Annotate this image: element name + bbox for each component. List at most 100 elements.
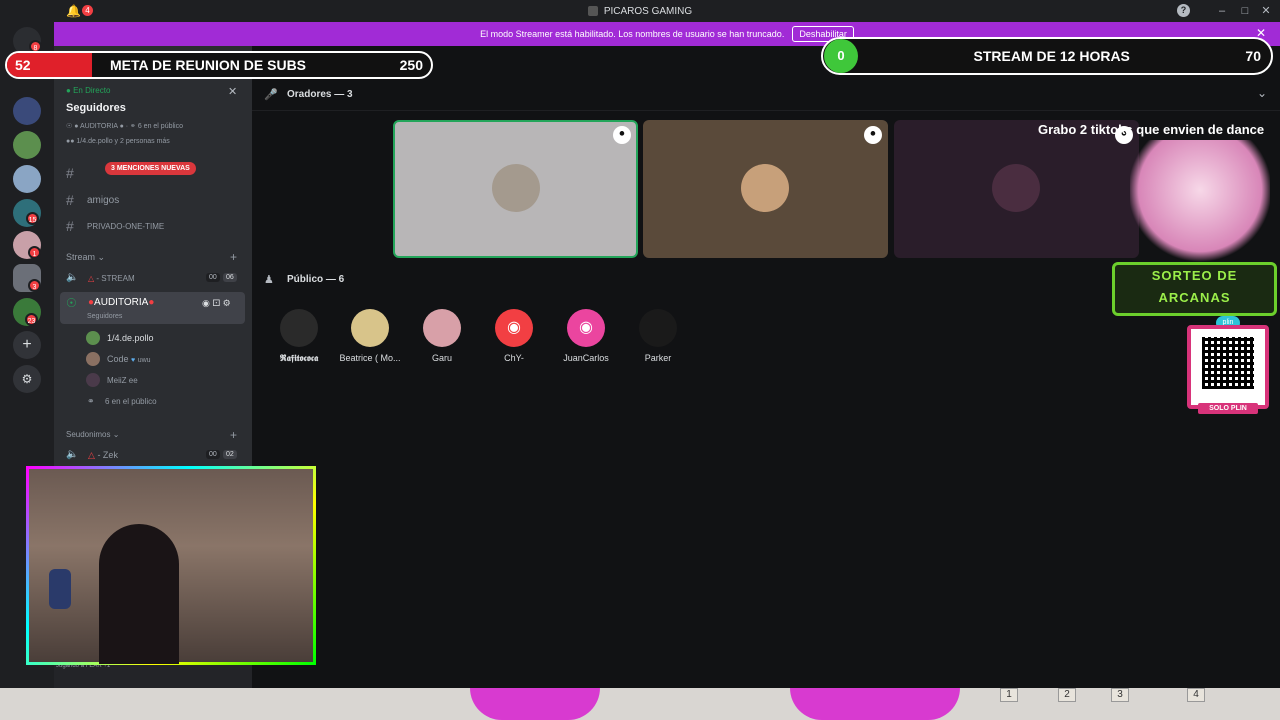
audience-name: ChY- xyxy=(504,353,524,363)
close-window-icon[interactable]: ✕ xyxy=(1258,3,1274,19)
banner-text: El modo Streamer está habilitado. Los no… xyxy=(480,29,785,39)
stage-info: ☉ ● AUDITORIA ● · ⚭ 6 en el público xyxy=(66,123,183,130)
stage-public-count: 6 en el público xyxy=(137,123,183,130)
speaker-avatar xyxy=(992,164,1040,212)
moderator-icon: ⚫ xyxy=(613,126,631,144)
audience-avatar[interactable] xyxy=(280,309,318,347)
member-name[interactable]: MeiiZ ee xyxy=(107,376,138,385)
audience-avatar[interactable] xyxy=(639,309,677,347)
category-seudonimos[interactable]: Seudonimos ⌄ xyxy=(66,430,119,439)
channel-auditoria: ●AUDITORIA● xyxy=(88,297,154,308)
qr-pattern xyxy=(1202,337,1254,389)
webcam-mic xyxy=(49,569,71,609)
voice-channel-stream-label: - STREAM xyxy=(96,274,135,283)
server-badge: 23 xyxy=(25,313,38,326)
key-2: 2 xyxy=(1058,688,1076,702)
audience-avatar[interactable] xyxy=(423,309,461,347)
server-badge: 15 xyxy=(26,212,39,225)
key-1: 1 xyxy=(1000,688,1018,702)
speaker-avatar xyxy=(492,164,540,212)
audience-name: Garu xyxy=(431,353,452,363)
add-channel-icon[interactable]: + xyxy=(230,250,237,264)
server-badge: 1 xyxy=(28,246,41,259)
chevron-down-icon[interactable]: ⌄ xyxy=(1257,86,1267,100)
discord-avatar-icon[interactable]: ◉ xyxy=(567,309,605,347)
mentions-badge[interactable]: 3 MENCIONES NUEVAS xyxy=(105,162,196,175)
stage-title: Seguidores xyxy=(66,102,126,114)
minimize-icon[interactable]: – xyxy=(1214,3,1230,19)
channel-auditoria-sub: Seguidores xyxy=(87,313,123,320)
audience-name: Beatrice ( Mo... xyxy=(339,353,401,363)
category-stream[interactable]: Stream ⌄ xyxy=(66,252,105,263)
member-tag: uwu xyxy=(137,357,151,364)
explore-icon[interactable]: ⚙ xyxy=(13,365,41,393)
channel-privado[interactable]: PRIVADO-ONE-TIME xyxy=(87,222,164,231)
stage-icon: ☉ xyxy=(66,296,77,310)
avatar xyxy=(86,352,100,366)
sorteo-banner: SORTEO DE ARCANAS xyxy=(1112,262,1277,316)
key-4: 4 xyxy=(1187,688,1205,702)
category-stream-label: Stream xyxy=(66,252,96,262)
hours-goal: 70 xyxy=(1245,48,1261,64)
help-icon[interactable]: ? xyxy=(1177,4,1190,17)
mic-icon: 🎤 xyxy=(264,89,278,101)
qr-code xyxy=(1187,325,1269,409)
discord-avatar-icon[interactable]: ◉ xyxy=(495,309,533,347)
member-name[interactable]: Code ♥ uwu xyxy=(107,354,151,364)
stage-people: ●● 1/4.de.pollo y 2 personas más xyxy=(66,138,170,145)
maximize-icon[interactable]: □ xyxy=(1237,3,1253,19)
heart-icon: ♥ xyxy=(131,357,136,364)
subs-goal: 250 xyxy=(399,57,423,73)
avatar xyxy=(86,331,100,345)
stage-channel: AUDITORIA xyxy=(80,123,118,130)
subs-goal-bar: 52 META DE REUNION DE SUBS 250 xyxy=(5,51,433,79)
category-seudonimos-label: Seudonimos xyxy=(66,430,111,439)
hours-goal-bar: 0 STREAM DE 12 HORAS 70 xyxy=(821,37,1273,75)
subs-label: META DE REUNION DE SUBS xyxy=(110,57,307,73)
speaker-icon: 🔈 xyxy=(66,272,79,283)
speaker-icon: 🔈 xyxy=(66,449,79,460)
vtuber-avatar xyxy=(1130,140,1270,265)
user-count: 00 xyxy=(206,450,220,459)
speaker-avatar xyxy=(741,164,789,212)
close-stage-icon[interactable]: ✕ xyxy=(228,85,237,98)
hash-icon: # xyxy=(66,218,74,234)
public-count: 6 en el público xyxy=(105,397,157,406)
user-limit: 06 xyxy=(223,273,237,282)
notification-badge: 4 xyxy=(82,5,93,16)
channel-amigos[interactable]: amigos xyxy=(87,195,119,206)
bottom-scene xyxy=(0,688,1280,720)
people-icon: ♟ xyxy=(264,274,274,286)
add-server-icon[interactable]: + xyxy=(13,331,41,359)
speakers-label: Oradores — 3 xyxy=(287,89,353,100)
member-name[interactable]: 1/4.de.pollo xyxy=(107,333,154,343)
stage-people-text: 1/4.de.pollo y 2 personas más xyxy=(76,138,170,145)
channel-action-icons[interactable]: ◉ ⚀ ⚙ xyxy=(202,298,231,309)
public-label: Público — 6 xyxy=(287,274,345,285)
user-count: 00 xyxy=(206,273,220,282)
flag-icon: △ xyxy=(88,274,95,283)
server-icon[interactable] xyxy=(13,97,41,125)
audience-avatar[interactable] xyxy=(351,309,389,347)
voice-channel-stream[interactable]: △ - STREAM xyxy=(88,274,135,283)
headphones-icon: ⚭ xyxy=(87,396,95,406)
bell-icon[interactable]: 🔔 xyxy=(66,4,81,18)
audience-name: Parker xyxy=(644,353,672,363)
scene-shape xyxy=(790,688,960,720)
server-icon[interactable] xyxy=(13,165,41,193)
channel-auditoria-label: AUDITORIA xyxy=(94,297,149,308)
webcam-person xyxy=(99,524,179,664)
red-dot-icon: ● xyxy=(148,297,155,308)
server-badge: 3 xyxy=(28,279,41,292)
member-name-label: Code xyxy=(107,354,129,364)
webcam-overlay xyxy=(26,466,316,665)
key-3: 3 xyxy=(1111,688,1129,702)
flag-icon: △ xyxy=(88,450,95,460)
solo-plin-label: SOLO PLIN xyxy=(1198,403,1258,414)
server-icon[interactable] xyxy=(13,131,41,159)
voice-channel-zek[interactable]: △ - Zek xyxy=(88,450,118,461)
hours-current: 0 xyxy=(824,39,858,73)
add-channel-icon[interactable]: + xyxy=(230,428,237,442)
app-icon xyxy=(587,6,598,16)
window-title: PICAROS GAMING xyxy=(603,5,693,17)
